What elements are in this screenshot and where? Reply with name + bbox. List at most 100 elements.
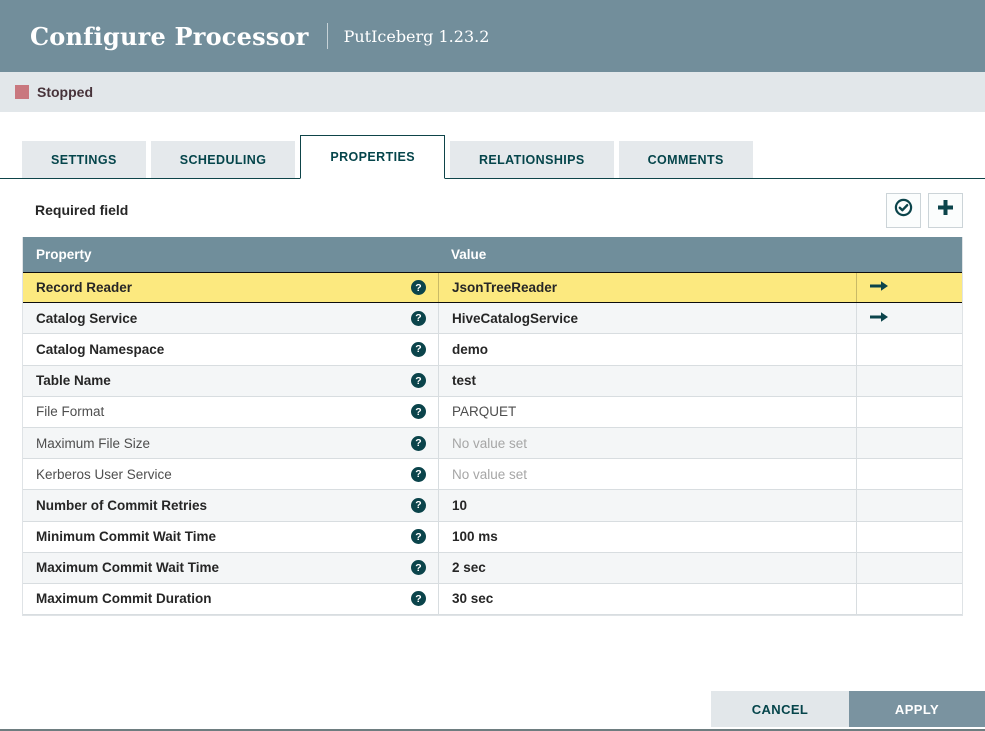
property-value: 2 sec — [452, 560, 486, 576]
property-name: Catalog Namespace — [36, 341, 165, 357]
help-question-icon[interactable]: ? — [411, 466, 426, 482]
tab-scheduling[interactable]: SCHEDULING — [150, 141, 296, 178]
status-label: Stopped — [37, 84, 93, 100]
property-value: No value set — [452, 435, 528, 451]
property-value-cell[interactable]: PARQUET — [438, 396, 856, 427]
status-bar: Stopped — [0, 72, 985, 112]
property-value: demo — [452, 341, 489, 357]
cancel-button[interactable]: CANCEL — [711, 691, 849, 727]
help-question-icon[interactable]: ? — [411, 560, 426, 576]
property-value: test — [452, 373, 477, 389]
property-value: PARQUET — [452, 404, 517, 420]
property-name: Maximum Commit Wait Time — [36, 560, 220, 576]
property-value: No value set — [452, 466, 528, 482]
property-name: Record Reader — [36, 280, 133, 296]
property-name-cell: File Format? — [23, 397, 438, 427]
property-name: Table Name — [36, 373, 111, 389]
help-question-icon[interactable]: ? — [411, 435, 426, 451]
apply-button[interactable]: APPLY — [849, 691, 985, 727]
property-name: File Format — [36, 404, 105, 420]
row-actions-cell — [856, 303, 962, 334]
property-row[interactable]: Maximum File Size? No value set — [23, 427, 962, 460]
add-property-button[interactable] — [928, 192, 963, 228]
property-name: Catalog Service — [36, 310, 138, 326]
help-question-icon[interactable]: ? — [411, 591, 426, 607]
property-name: Number of Commit Retries — [36, 497, 208, 513]
property-row[interactable]: Table Name? test — [23, 365, 962, 397]
property-value-cell[interactable]: 10 — [438, 490, 856, 521]
help-question-icon[interactable]: ? — [411, 280, 426, 296]
table-body: Record Reader? JsonTreeReader Catalog Serv… — [23, 272, 962, 616]
column-header-property: Property — [36, 247, 92, 262]
property-row[interactable]: Maximum Commit Wait Time? 2 sec — [23, 552, 962, 584]
configure-processor-dialog: Configure Processor PutIceberg 1.23.2 St… — [0, 0, 985, 731]
property-value-cell[interactable]: 30 sec — [438, 583, 856, 615]
required-field-label: Required field — [35, 202, 129, 218]
property-name-cell: Maximum File Size? — [23, 428, 438, 458]
property-name-cell: Catalog Service? — [23, 303, 438, 333]
goto-service-arrow-icon[interactable] — [869, 311, 889, 326]
property-value-cell[interactable]: No value set — [438, 427, 856, 459]
tab-settings[interactable]: SETTINGS — [22, 141, 146, 178]
property-value-cell[interactable]: test — [438, 365, 856, 396]
check-circle-icon — [894, 198, 913, 222]
property-value-cell[interactable]: 100 ms — [438, 521, 856, 552]
property-value-cell[interactable]: HiveCatalogService — [438, 303, 856, 334]
property-name: Maximum File Size — [36, 435, 151, 451]
property-name-cell: Record Reader? — [23, 273, 438, 302]
property-value: JsonTreeReader — [452, 280, 558, 296]
property-value: 10 — [452, 497, 468, 513]
property-row[interactable]: Number of Commit Retries? 10 — [23, 490, 962, 522]
help-question-icon[interactable]: ? — [411, 497, 426, 513]
goto-service-arrow-icon[interactable] — [869, 280, 889, 295]
row-actions-cell — [856, 396, 962, 427]
property-row[interactable]: File Format? PARQUET — [23, 396, 962, 428]
help-question-icon[interactable]: ? — [411, 310, 426, 326]
property-value-cell[interactable]: 2 sec — [438, 552, 856, 583]
property-name: Minimum Commit Wait Time — [36, 529, 217, 545]
property-value: 30 sec — [452, 591, 494, 607]
help-question-icon[interactable]: ? — [411, 373, 426, 389]
property-name-cell: Maximum Commit Duration? — [23, 584, 438, 614]
stopped-status-icon — [15, 85, 29, 99]
help-question-icon[interactable]: ? — [411, 529, 426, 545]
dialog-title: Configure Processor — [30, 21, 309, 51]
processor-name-version: PutIceberg 1.23.2 — [343, 26, 490, 46]
tab-strip: SETTINGS SCHEDULING PROPERTIES RELATIONSHIP… — [0, 135, 985, 179]
property-name-cell: Kerberos User Service? — [23, 459, 438, 489]
property-name-cell: Catalog Namespace? — [23, 334, 438, 364]
row-actions-cell — [856, 459, 962, 490]
property-row[interactable]: Catalog Namespace? demo — [23, 334, 962, 366]
property-name-cell: Table Name? — [23, 366, 438, 396]
plus-icon — [936, 198, 955, 222]
property-value: 100 ms — [452, 529, 498, 545]
property-value-cell[interactable]: No value set — [438, 459, 856, 490]
row-actions-cell — [856, 583, 962, 615]
title-separator — [326, 23, 328, 49]
dialog-header: Configure Processor PutIceberg 1.23.2 — [0, 0, 985, 72]
row-actions-cell — [856, 490, 962, 521]
tab-relationships[interactable]: RELATIONSHIPS — [449, 141, 614, 178]
property-value-cell[interactable]: JsonTreeReader — [438, 273, 856, 303]
row-actions-cell — [856, 427, 962, 459]
row-actions-cell — [856, 334, 962, 365]
property-row[interactable]: Minimum Commit Wait Time? 100 ms — [23, 521, 962, 553]
row-actions-cell — [856, 552, 962, 583]
property-row[interactable]: Record Reader? JsonTreeReader — [23, 272, 962, 304]
verify-properties-button[interactable] — [886, 192, 921, 228]
row-actions-cell — [856, 521, 962, 552]
row-actions-cell — [856, 273, 962, 303]
tab-comments[interactable]: COMMENTS — [618, 141, 753, 178]
property-row[interactable]: Kerberos User Service? No value set — [23, 459, 962, 491]
property-value: HiveCatalogService — [452, 310, 579, 326]
property-row[interactable]: Catalog Service? HiveCatalogService — [23, 303, 962, 335]
property-row[interactable]: Maximum Commit Duration? 30 sec — [23, 583, 962, 616]
property-name: Kerberos User Service — [36, 466, 172, 482]
property-name: Maximum Commit Duration — [36, 591, 212, 607]
table-header-row: Property Value — [23, 237, 962, 272]
help-question-icon[interactable]: ? — [411, 404, 426, 420]
help-question-icon[interactable]: ? — [411, 341, 426, 357]
dialog-footer: CANCEL APPLY — [711, 691, 985, 727]
property-value-cell[interactable]: demo — [438, 334, 856, 365]
tab-properties[interactable]: PROPERTIES — [300, 135, 445, 179]
